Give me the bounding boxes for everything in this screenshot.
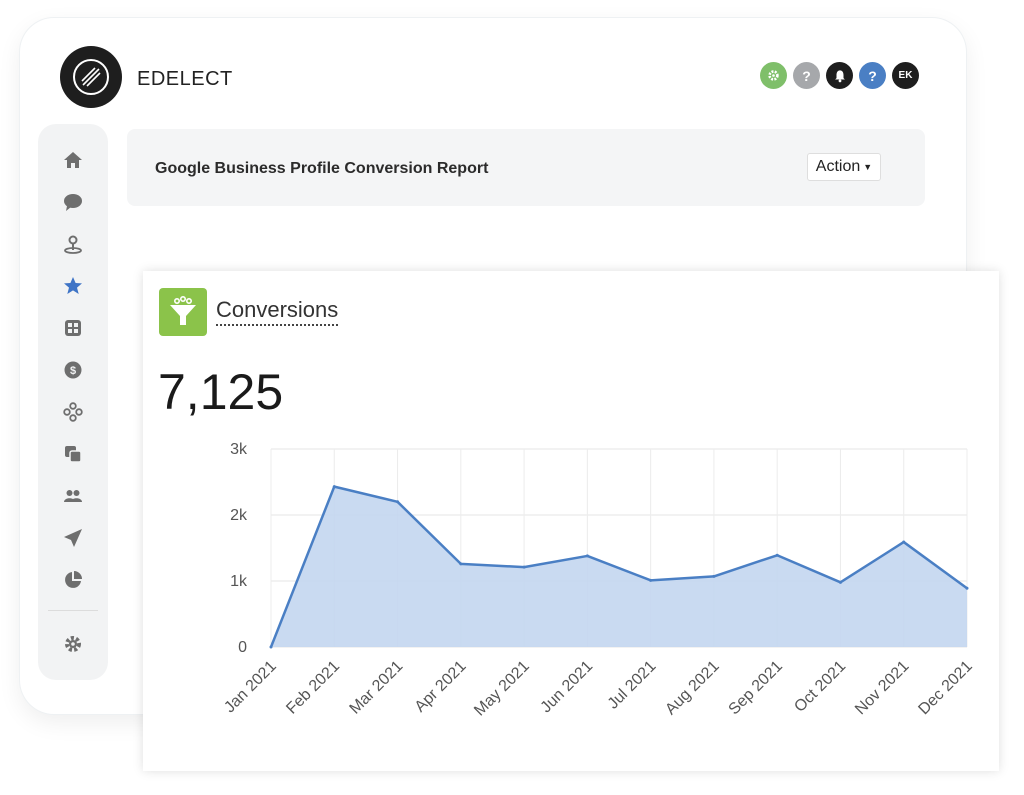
data-point[interactable] bbox=[649, 578, 653, 582]
x-tick-label: Aug 2021 bbox=[662, 658, 723, 719]
header-icons: ? ? EK bbox=[760, 62, 919, 89]
data-point[interactable] bbox=[269, 645, 273, 649]
data-point[interactable] bbox=[522, 565, 526, 569]
x-tick-label: Feb 2021 bbox=[283, 658, 343, 718]
y-tick-label: 1k bbox=[230, 573, 248, 590]
x-tick-label: Oct 2021 bbox=[791, 658, 849, 716]
pie-chart-icon[interactable] bbox=[61, 568, 85, 592]
data-point[interactable] bbox=[712, 574, 716, 578]
x-tick-label: Sep 2021 bbox=[726, 658, 787, 719]
svg-text:$: $ bbox=[70, 365, 76, 377]
x-tick-label: Jan 2021 bbox=[221, 658, 280, 717]
share-icon[interactable] bbox=[61, 400, 85, 424]
y-tick-label: 0 bbox=[238, 639, 247, 656]
star-icon[interactable] bbox=[61, 274, 85, 298]
copy-icon[interactable] bbox=[61, 442, 85, 466]
x-tick-label: Apr 2021 bbox=[412, 658, 470, 716]
y-tick-label: 2k bbox=[230, 507, 248, 524]
help-icon[interactable]: ? bbox=[793, 62, 820, 89]
data-point[interactable] bbox=[332, 485, 336, 489]
x-tick-label: Jun 2021 bbox=[538, 658, 597, 717]
dollar-icon[interactable]: $ bbox=[61, 358, 85, 382]
logo[interactable] bbox=[60, 46, 122, 108]
home-icon[interactable] bbox=[61, 148, 85, 172]
data-point[interactable] bbox=[775, 553, 779, 557]
grid-icon[interactable] bbox=[61, 316, 85, 340]
avatar[interactable]: EK bbox=[892, 62, 919, 89]
brand-name: EDELECT bbox=[137, 68, 233, 90]
sidebar: $ bbox=[38, 124, 108, 680]
x-tick-label: Dec 2021 bbox=[915, 658, 976, 719]
data-point[interactable] bbox=[965, 586, 969, 590]
x-tick-label: Mar 2021 bbox=[347, 658, 407, 718]
x-tick-label: Nov 2021 bbox=[852, 658, 913, 719]
users-icon[interactable] bbox=[61, 484, 85, 508]
settings-icon[interactable] bbox=[760, 62, 787, 89]
data-point[interactable] bbox=[396, 500, 400, 504]
data-point[interactable] bbox=[902, 540, 906, 544]
help-icon[interactable]: ? bbox=[859, 62, 886, 89]
location-pin-icon[interactable] bbox=[61, 232, 85, 256]
data-point[interactable] bbox=[585, 554, 589, 558]
chat-icon[interactable] bbox=[61, 190, 85, 214]
send-icon[interactable] bbox=[61, 526, 85, 550]
report-header: Google Business Profile Conversion Repor… bbox=[127, 129, 925, 206]
conversions-chart: 0 1k 2k 3k Jan 2021 Feb 2021 Mar 2021 Apr 2021… bbox=[221, 441, 976, 720]
caret-down-icon: ▼ bbox=[863, 162, 873, 172]
y-axis-ticks: 0 1k 2k 3k bbox=[230, 441, 248, 656]
bell-icon[interactable] bbox=[826, 62, 853, 89]
conversions-card: Conversions 7,125 0 1k 2k 3k Jan 2021 Feb 20… bbox=[143, 271, 999, 771]
page-title: Google Business Profile Conversion Repor… bbox=[155, 160, 489, 177]
gear-icon[interactable] bbox=[61, 632, 85, 656]
action-dropdown-button[interactable]: Action ▼ bbox=[807, 153, 881, 181]
data-point[interactable] bbox=[459, 562, 463, 566]
x-axis-ticks: Jan 2021 Feb 2021 Mar 2021 Apr 2021 May 2021… bbox=[221, 658, 976, 720]
sidebar-divider bbox=[48, 610, 98, 611]
y-tick-label: 3k bbox=[230, 441, 248, 458]
x-tick-label: Jul 2021 bbox=[605, 658, 660, 713]
data-point[interactable] bbox=[838, 580, 842, 584]
x-tick-label: May 2021 bbox=[471, 658, 533, 720]
action-label: Action bbox=[815, 158, 861, 175]
